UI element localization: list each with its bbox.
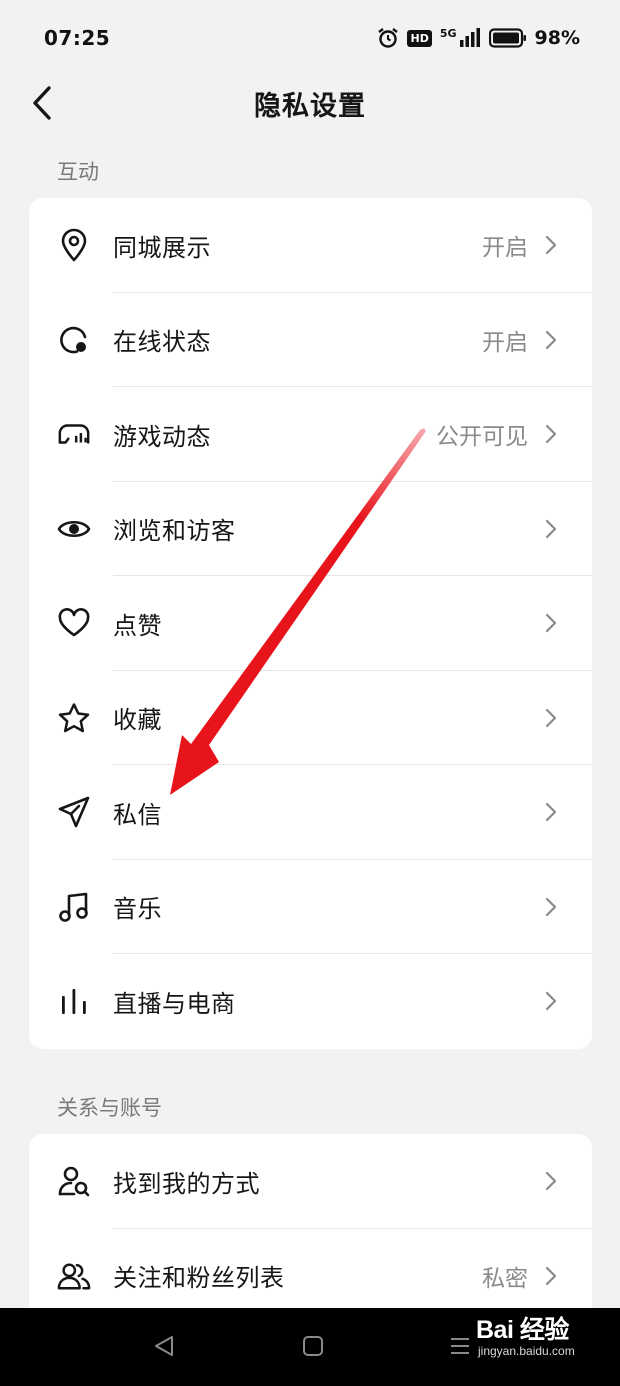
chevron-right-icon xyxy=(544,989,558,1013)
setting-value: 开启 xyxy=(482,329,528,356)
game-controller-icon xyxy=(57,417,91,451)
back-arrow-icon xyxy=(33,86,51,120)
chevron-right-icon xyxy=(544,706,558,730)
setting-row-game-activity[interactable]: 游戏动态 公开可见 xyxy=(29,387,592,482)
setting-row-views-visitors[interactable]: 浏览和访客 xyxy=(29,482,592,576)
chevron-right-icon xyxy=(544,611,558,635)
nav-back-icon[interactable] xyxy=(152,1334,176,1362)
alarm-icon xyxy=(377,27,399,49)
status-bar: 07:25 HD 5G 98% xyxy=(0,0,620,76)
setting-row-find-me[interactable]: 找到我的方式 xyxy=(29,1134,592,1229)
setting-value: 公开可见 xyxy=(436,424,528,451)
location-pin-icon xyxy=(57,228,91,262)
chevron-right-icon xyxy=(544,895,558,919)
setting-value: 开启 xyxy=(482,235,528,262)
setting-label: 浏览和访客 xyxy=(113,517,236,546)
header: 隐私设置 xyxy=(0,76,620,130)
star-icon xyxy=(57,701,91,735)
setting-value: 私密 xyxy=(482,1265,528,1292)
setting-label: 音乐 xyxy=(113,895,162,924)
setting-label: 关注和粉丝列表 xyxy=(113,1264,285,1293)
setting-row-city-display[interactable]: 同城展示 开启 xyxy=(29,198,592,293)
chevron-right-icon xyxy=(544,1169,558,1193)
chevron-right-icon xyxy=(544,800,558,824)
watermark-url: jingyan.baidu.com xyxy=(478,1344,575,1358)
chevron-right-icon xyxy=(544,233,558,257)
setting-row-favorites[interactable]: 收藏 xyxy=(29,671,592,765)
network-type: 5G xyxy=(439,27,457,40)
status-icons: HD 5G 98% xyxy=(377,27,580,49)
relations-account-card: 找到我的方式 关注和粉丝列表 私密 xyxy=(29,1134,592,1334)
watermark-logo: Bai 经验 xyxy=(476,1316,569,1344)
signal-icon: 5G xyxy=(440,28,481,48)
setting-label: 点赞 xyxy=(113,611,162,640)
paper-plane-icon xyxy=(57,795,91,829)
setting-row-direct-messages[interactable]: 私信 xyxy=(29,765,592,860)
nav-home-icon[interactable] xyxy=(302,1335,324,1361)
hd-badge: HD xyxy=(407,29,432,47)
setting-row-likes[interactable]: 点赞 xyxy=(29,576,592,671)
section-title-interaction: 互动 xyxy=(57,160,99,184)
back-button[interactable] xyxy=(22,80,62,126)
interaction-card: 同城展示 开启 在线状态 开启 游戏动态 公开可见 浏览和访客 点赞 收藏 私信… xyxy=(29,198,592,1049)
chevron-right-icon xyxy=(544,517,558,541)
live-bars-icon xyxy=(57,984,91,1018)
setting-label: 私信 xyxy=(113,800,162,829)
setting-row-online-status[interactable]: 在线状态 开启 xyxy=(29,293,592,387)
section-title-relations-account: 关系与账号 xyxy=(57,1096,162,1120)
battery-icon xyxy=(488,28,527,48)
heart-icon xyxy=(57,606,91,640)
status-time: 07:25 xyxy=(44,26,111,50)
chevron-right-icon xyxy=(544,328,558,352)
chevron-right-icon xyxy=(544,1264,558,1288)
battery-percent: 98% xyxy=(534,27,580,49)
watermark: Bai 经验 jingyan.baidu.com xyxy=(476,1316,575,1358)
nav-menu-icon[interactable] xyxy=(449,1335,471,1361)
setting-label: 在线状态 xyxy=(113,328,211,357)
online-status-icon xyxy=(57,323,91,357)
users-icon xyxy=(57,1259,91,1293)
setting-label: 收藏 xyxy=(113,706,162,735)
setting-label: 直播与电商 xyxy=(113,989,236,1018)
setting-row-music[interactable]: 音乐 xyxy=(29,860,592,954)
page-title: 隐私设置 xyxy=(254,90,366,122)
setting-label: 同城展示 xyxy=(113,233,211,262)
chevron-right-icon xyxy=(544,422,558,446)
setting-label: 游戏动态 xyxy=(113,422,211,451)
eye-icon xyxy=(57,512,91,546)
music-note-icon xyxy=(57,890,91,924)
setting-label: 找到我的方式 xyxy=(113,1169,260,1198)
setting-row-live-commerce[interactable]: 直播与电商 xyxy=(29,954,592,1049)
user-search-icon xyxy=(57,1164,91,1198)
